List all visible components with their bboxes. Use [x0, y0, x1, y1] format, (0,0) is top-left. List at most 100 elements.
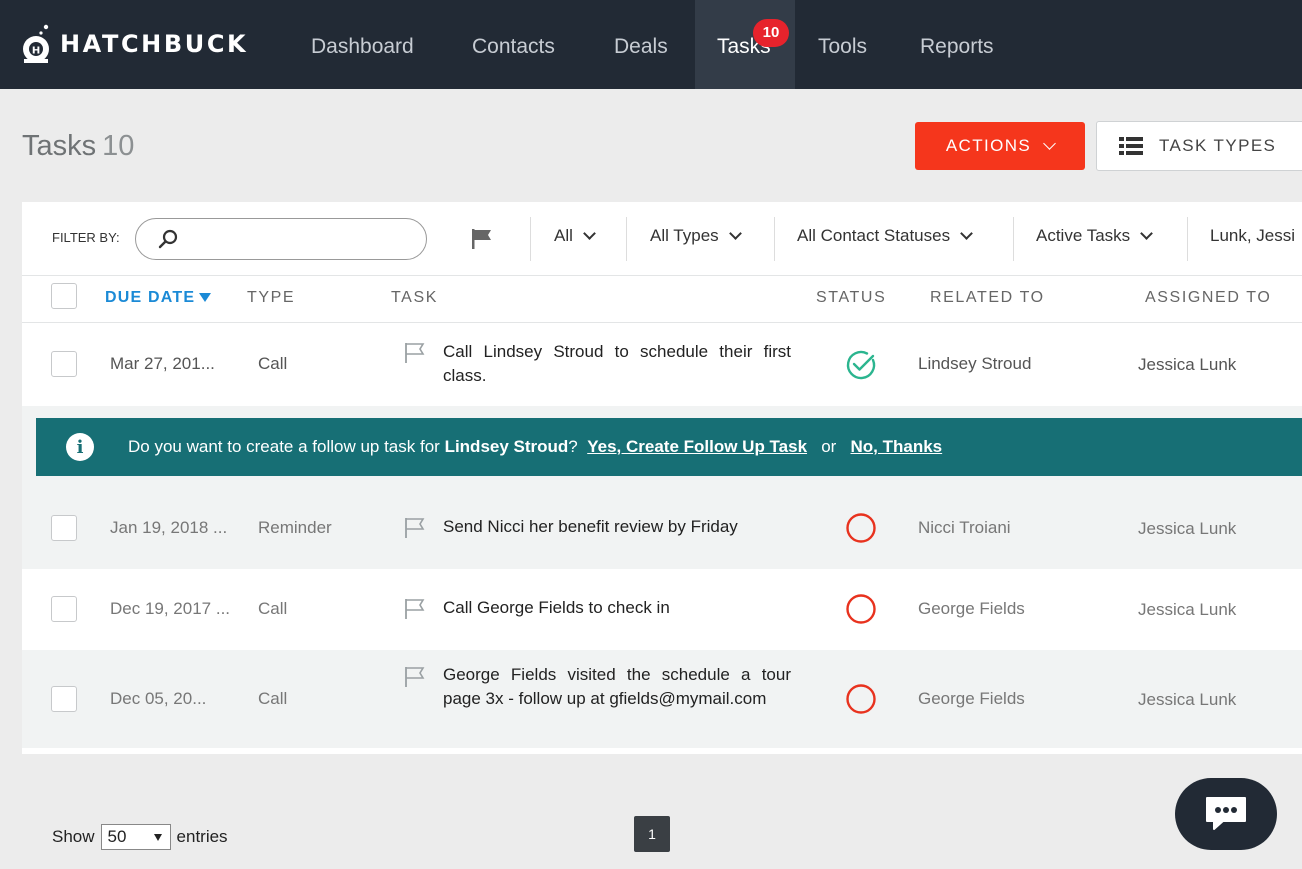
row-related-to[interactable]: Nicci Troiani: [918, 518, 1011, 538]
followup-banner: i Do you want to create a follow up task…: [36, 418, 1302, 476]
row-type: Call: [258, 689, 288, 708]
check-circle-icon[interactable]: [844, 348, 878, 382]
table-row[interactable]: Dec 05, 20... Call George Fields visited…: [22, 650, 1302, 748]
diver-helmet-icon: H: [23, 24, 49, 63]
chevron-down-icon: [960, 227, 973, 240]
row-due-date: Dec 19, 2017 ...: [110, 599, 231, 618]
actions-button-label: ACTIONS: [945, 136, 1032, 155]
nav-reports[interactable]: Reports: [920, 0, 994, 89]
row-task[interactable]: Send Nicci her benefit review by Friday: [443, 515, 803, 539]
column-type[interactable]: TYPE: [247, 289, 295, 307]
column-task[interactable]: TASK: [391, 289, 438, 307]
show-label: Show: [52, 827, 95, 846]
filter-divider: [626, 217, 627, 261]
page-title-text: Tasks: [22, 130, 97, 162]
followup-prefix: Do you want to create a follow up task f…: [128, 437, 440, 456]
row-type: Reminder: [258, 518, 332, 537]
filter-divider: [1013, 217, 1014, 261]
filter-types-dropdown[interactable]: All Types: [650, 226, 742, 246]
filter-active-tasks-dropdown[interactable]: Active Tasks: [1036, 226, 1154, 246]
row-task[interactable]: Call Lindsey Stroud to schedule their fi…: [443, 340, 791, 388]
row-due-date: Jan 19, 2018 ...: [110, 518, 228, 537]
chevron-down-icon: [583, 227, 596, 240]
chevron-down-icon: [1043, 136, 1057, 150]
nav-contacts[interactable]: Contacts: [472, 0, 555, 89]
column-related-to[interactable]: RELATED TO: [930, 289, 1045, 307]
tasks-panel: FILTER BY: All All Types All Contact Sta…: [22, 202, 1302, 754]
page-title: Tasks 10: [22, 130, 134, 163]
pagination-page-1[interactable]: 1: [634, 816, 670, 852]
flag-outline-icon[interactable]: [404, 666, 426, 688]
chevron-down-icon: [728, 227, 742, 240]
page-size-control: Show 50 entries: [52, 824, 228, 850]
row-assigned-to: Jessica Lunk: [1138, 519, 1237, 538]
empty-circle-icon[interactable]: [844, 592, 878, 626]
followup-question-mark: ?: [568, 437, 578, 456]
flag-icon[interactable]: [471, 228, 493, 250]
row-checkbox[interactable]: [51, 686, 77, 712]
table-header: DUE DATE TYPE TASK STATUS RELATED TO ASS…: [22, 277, 1302, 323]
filter-all-dropdown[interactable]: All: [554, 226, 596, 246]
row-related-to[interactable]: Lindsey Stroud: [918, 354, 1031, 374]
row-type: Call: [258, 354, 288, 373]
logo[interactable]: H HATCHBUCK: [20, 14, 248, 74]
nav-tasks[interactable]: Tasks 10: [695, 0, 795, 89]
sort-desc-icon: [199, 293, 212, 302]
filter-all-label: All: [554, 226, 573, 245]
task-types-button[interactable]: TASK TYPES: [1096, 121, 1302, 171]
empty-circle-icon[interactable]: [844, 682, 878, 716]
flag-outline-icon[interactable]: [404, 517, 426, 539]
table-row[interactable]: Dec 19, 2017 ... Call Call George Fields…: [22, 569, 1302, 650]
list-icon: [1119, 137, 1143, 155]
page-size-value: 50: [107, 827, 127, 846]
table-row[interactable]: Mar 27, 201... Call Call Lindsey Stroud …: [22, 324, 1302, 406]
table-row[interactable]: Jan 19, 2018 ... Reminder Send Nicci her…: [22, 488, 1302, 569]
row-due-date: Mar 27, 201...: [110, 354, 215, 373]
row-assigned-to: Jessica Lunk: [1138, 600, 1237, 619]
row-related-to[interactable]: George Fields: [918, 689, 1025, 709]
column-assigned-to[interactable]: ASSIGNED TO: [1145, 289, 1271, 307]
column-status[interactable]: STATUS: [816, 289, 886, 307]
tasks-count-badge: 10: [753, 19, 789, 47]
row-checkbox[interactable]: [51, 515, 77, 541]
empty-circle-icon[interactable]: [844, 511, 878, 545]
top-nav: H HATCHBUCK Dashboard Contacts Deals Tas…: [0, 0, 1302, 89]
dropdown-arrow-icon: [153, 833, 162, 841]
flag-outline-icon[interactable]: [404, 342, 426, 364]
column-due-date-label: DUE DATE: [105, 289, 196, 306]
followup-row: i Do you want to create a follow up task…: [22, 406, 1302, 488]
filter-assignee-label: Lunk, Jessi: [1210, 226, 1296, 245]
flag-outline-icon[interactable]: [404, 598, 426, 620]
entries-label: entries: [176, 827, 228, 846]
filter-divider: [530, 217, 531, 261]
search-input[interactable]: [135, 218, 427, 260]
decline-followup-link[interactable]: No, Thanks: [851, 437, 943, 457]
followup-or: or: [821, 437, 837, 456]
create-followup-link[interactable]: Yes, Create Follow Up Task: [587, 437, 807, 457]
filter-contact-status-dropdown[interactable]: All Contact Statuses: [797, 226, 973, 246]
filter-active-tasks-label: Active Tasks: [1036, 226, 1131, 245]
nav-deals[interactable]: Deals: [614, 0, 668, 89]
filter-assignee-dropdown[interactable]: Lunk, Jessi: [1210, 226, 1302, 246]
row-due-date: Dec 05, 20...: [110, 689, 207, 708]
actions-button[interactable]: ACTIONS: [915, 122, 1085, 170]
row-checkbox[interactable]: [51, 351, 77, 377]
page-size-select[interactable]: 50: [100, 824, 171, 850]
task-types-button-label: TASK TYPES: [1159, 136, 1277, 155]
select-all-checkbox[interactable]: [51, 283, 77, 309]
svg-text:H: H: [32, 46, 40, 57]
search-icon: [158, 229, 178, 249]
nav-tools[interactable]: Tools: [818, 0, 867, 89]
filter-divider: [774, 217, 775, 261]
row-task[interactable]: George Fields visited the schedule a tou…: [443, 663, 791, 711]
row-checkbox[interactable]: [51, 596, 77, 622]
filter-types-label: All Types: [650, 226, 719, 245]
nav-dashboard[interactable]: Dashboard: [311, 0, 414, 89]
filter-label: FILTER BY:: [52, 230, 120, 245]
info-icon: i: [66, 433, 94, 461]
row-task[interactable]: Call George Fields to check in: [443, 596, 803, 620]
chat-button[interactable]: [1175, 778, 1277, 850]
row-related-to[interactable]: George Fields: [918, 599, 1025, 619]
column-due-date[interactable]: DUE DATE: [105, 289, 212, 307]
row-assigned-to: Jessica Lunk: [1138, 690, 1237, 709]
